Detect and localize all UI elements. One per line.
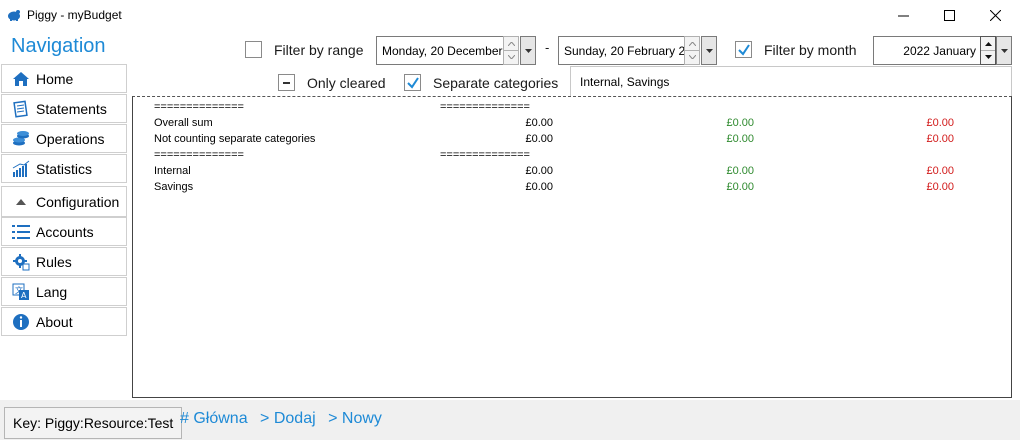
- report-value-negative: £0.00: [926, 117, 954, 129]
- nav-item-operations[interactable]: Operations: [1, 124, 127, 153]
- nav-group-label: Configuration: [36, 193, 120, 210]
- resource-key-tooltip: Key: Piggy:Resource:Test: [4, 407, 183, 439]
- report-row-label: Internal: [154, 165, 191, 177]
- nav-item-label: Home: [36, 70, 74, 87]
- date-to-spinner[interactable]: [684, 36, 700, 65]
- spin-up-icon[interactable]: [981, 37, 995, 50]
- report-value: £0.00: [525, 117, 553, 129]
- spin-down-icon[interactable]: [981, 50, 995, 63]
- nav-item-label: Lang: [36, 283, 68, 300]
- breadcrumb: # Główna > Dodaj > Nowy: [180, 410, 390, 428]
- maximize-button[interactable]: [926, 0, 972, 30]
- nav-item-label: About: [36, 313, 73, 330]
- month-input[interactable]: 2022 January: [873, 36, 981, 65]
- report-value-negative: £0.00: [926, 165, 954, 177]
- statements-icon: [11, 99, 31, 119]
- nav-item-lang[interactable]: 文A Lang: [1, 277, 127, 306]
- title-bar: Piggy - myBudget: [0, 0, 1020, 30]
- report-value-negative: £0.00: [926, 133, 954, 145]
- report-value-positive: £0.00: [726, 165, 754, 177]
- spin-up-icon[interactable]: [685, 37, 699, 50]
- breadcrumb-item-glowna[interactable]: # Główna: [180, 410, 248, 427]
- report-panel: ============== ============== Overall su…: [132, 96, 1012, 398]
- nav-item-statistics[interactable]: Statistics: [1, 154, 127, 183]
- minimize-button[interactable]: [880, 0, 926, 30]
- report-value: £0.00: [525, 133, 553, 145]
- report-value: £0.00: [525, 165, 553, 177]
- nav-item-label: Accounts: [36, 223, 94, 240]
- minimize-icon: [897, 15, 909, 16]
- date-to-dropdown[interactable]: [701, 36, 717, 65]
- filter-by-range-checkbox[interactable]: [245, 41, 262, 58]
- date-from-spinner[interactable]: [503, 36, 519, 65]
- report-row-label: Not counting separate categories: [154, 133, 316, 145]
- coins-icon: [11, 129, 31, 149]
- only-cleared-checkbox[interactable]: [278, 74, 295, 91]
- navigation-title: Navigation: [11, 35, 106, 57]
- checkmark-icon: [407, 77, 419, 89]
- collapse-arrow-icon: [11, 198, 31, 205]
- date-range-separator: -: [545, 40, 550, 55]
- info-icon: [11, 312, 31, 332]
- nav-item-label: Operations: [36, 130, 105, 147]
- nav-item-label: Statements: [36, 100, 107, 117]
- nav-item-accounts[interactable]: Accounts: [1, 217, 127, 246]
- window-title: Piggy - myBudget: [27, 8, 122, 22]
- maximize-icon: [943, 9, 955, 21]
- spin-down-icon[interactable]: [504, 50, 518, 63]
- nav-item-rules[interactable]: Rules: [1, 247, 127, 276]
- separate-categories-checkbox[interactable]: [404, 74, 421, 91]
- nav-item-about[interactable]: About: [1, 307, 127, 336]
- report-row-label: Overall sum: [154, 117, 213, 129]
- filter-by-month-label: Filter by month: [764, 42, 857, 58]
- nav-item-statements[interactable]: Statements: [1, 94, 127, 123]
- nav-item-home[interactable]: Home: [1, 64, 127, 93]
- categories-input[interactable]: Internal, Savings: [570, 66, 1012, 97]
- close-icon: [989, 9, 1001, 21]
- breadcrumb-item-dodaj[interactable]: > Dodaj: [260, 410, 316, 427]
- date-to-input[interactable]: Sunday, 20 February 20: [558, 36, 688, 65]
- svg-text:A: A: [21, 291, 27, 300]
- piggy-app-icon: [7, 8, 21, 21]
- report-value-positive: £0.00: [726, 181, 754, 193]
- report-separator: ==============: [440, 101, 530, 113]
- chevron-down-icon: [1000, 48, 1008, 53]
- report-separator: ==============: [440, 149, 530, 161]
- filter-by-range-label: Filter by range: [274, 42, 364, 58]
- report-row-label: Savings: [154, 181, 194, 193]
- report-value-negative: £0.00: [926, 181, 954, 193]
- chevron-down-icon: [524, 48, 532, 53]
- report-separator: ==============: [154, 101, 244, 113]
- separate-categories-label: Separate categories: [433, 75, 559, 91]
- list-icon: [11, 222, 31, 242]
- date-from-input[interactable]: Monday, 20 December: [376, 36, 506, 65]
- close-button[interactable]: [972, 0, 1018, 30]
- checkmark-icon: [738, 44, 750, 56]
- chevron-down-icon: [705, 48, 713, 53]
- report-value-positive: £0.00: [726, 117, 754, 129]
- nav-item-label: Rules: [36, 253, 72, 270]
- report-value: £0.00: [525, 181, 553, 193]
- statistics-icon: [11, 159, 31, 179]
- spin-up-icon[interactable]: [504, 37, 518, 50]
- breadcrumb-item-nowy[interactable]: > Nowy: [328, 410, 382, 427]
- report-separator: ==============: [154, 149, 244, 161]
- spin-down-icon[interactable]: [685, 50, 699, 63]
- language-icon: 文A: [11, 282, 31, 302]
- filter-by-month-checkbox[interactable]: [735, 41, 752, 58]
- only-cleared-label: Only cleared: [307, 75, 386, 91]
- nav-group-configuration[interactable]: Configuration: [1, 186, 127, 217]
- month-dropdown[interactable]: [996, 36, 1012, 65]
- report-value-positive: £0.00: [726, 133, 754, 145]
- month-spinner[interactable]: [980, 36, 996, 65]
- rules-gear-icon: [11, 252, 31, 272]
- nav-item-label: Statistics: [36, 160, 93, 177]
- home-icon: [11, 69, 31, 89]
- date-from-dropdown[interactable]: [520, 36, 536, 65]
